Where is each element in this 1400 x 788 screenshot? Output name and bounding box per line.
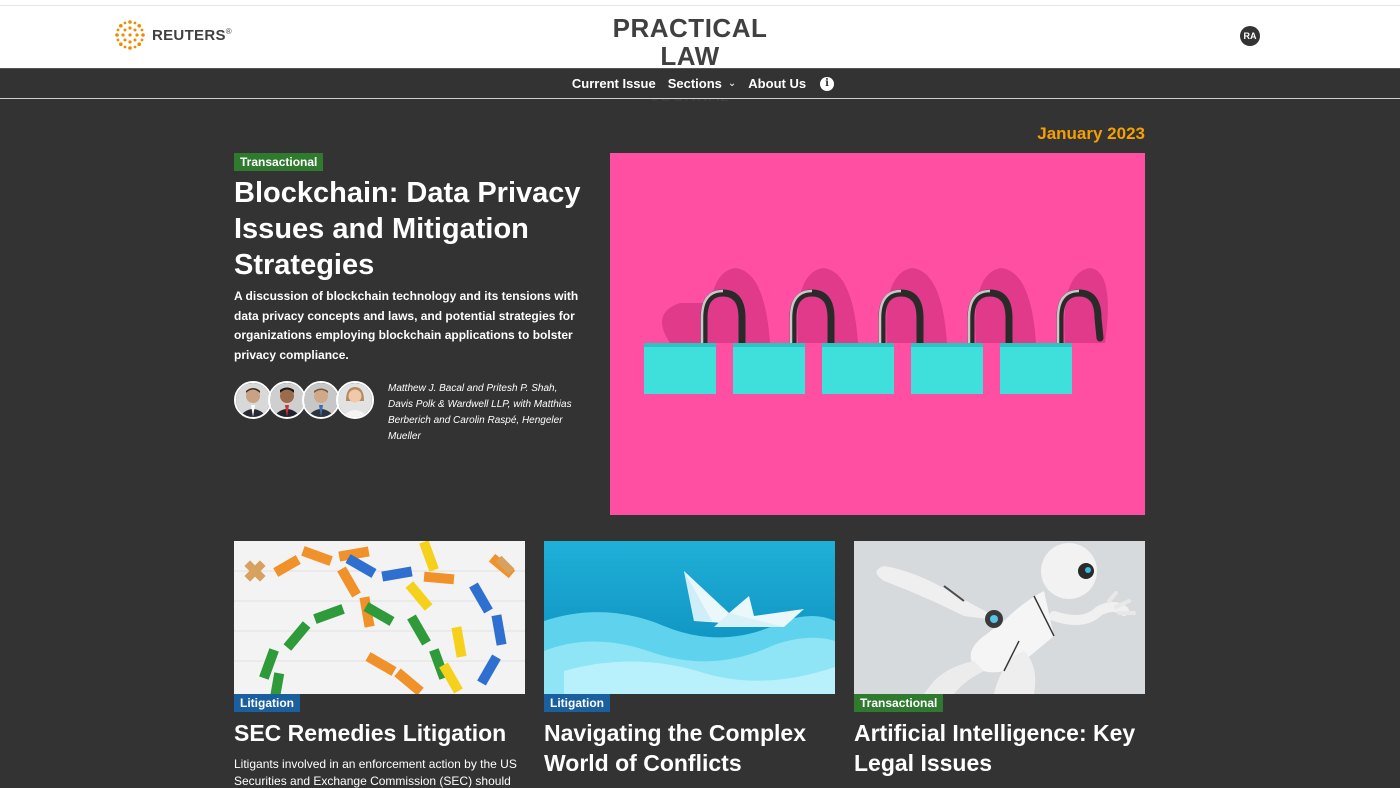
- card-title[interactable]: Artificial Intelligence: Key Legal Issue…: [854, 718, 1145, 778]
- logo-title: PRACTICAL LAW: [612, 13, 768, 71]
- author-avatar: [234, 381, 272, 419]
- feature-author-names: Matthew J. Bacal and Pritesh P. Shah, Da…: [388, 383, 572, 442]
- card-image-robot[interactable]: [854, 541, 1145, 694]
- article-card-sec-remedies[interactable]: Litigation SEC Remedies Litigation Litig…: [234, 541, 525, 788]
- feature-description: A discussion of blockchain technology an…: [234, 289, 579, 362]
- issue-date: January 2023: [1037, 124, 1145, 143]
- main-nav: Current Issue Sections ⌄ About Us i: [0, 68, 1400, 99]
- reuters-brand-text: REUTERS®: [152, 26, 232, 44]
- nav-sections-label: Sections: [667, 76, 722, 91]
- author-avatar: [302, 381, 340, 419]
- info-icon[interactable]: i: [820, 76, 835, 91]
- feature-article: Transactional Blockchain: Data Privacy I…: [234, 153, 594, 445]
- site-header: REUTERS® PRACTICAL LAW THE JOURNAL RA: [0, 6, 1400, 105]
- card-title[interactable]: Navigating the Complex World of Conflict…: [544, 718, 835, 778]
- card-image-blocks[interactable]: [234, 541, 525, 694]
- padlocks-illustration: [610, 153, 1145, 515]
- reuters-dots-icon: [115, 20, 145, 50]
- card-category-badge[interactable]: Litigation: [234, 694, 300, 712]
- feature-image-padlocks[interactable]: [610, 153, 1145, 515]
- nav-about-us-label: About Us: [748, 76, 807, 91]
- article-card-ai[interactable]: Transactional Artificial Intelligence: K…: [854, 541, 1145, 776]
- card-category-badge[interactable]: Litigation: [544, 694, 610, 712]
- nav-sections[interactable]: Sections ⌄: [668, 76, 737, 91]
- feature-authors: Matthew J. Bacal and Pritesh P. Shah, Da…: [234, 381, 594, 445]
- author-photos: [234, 381, 374, 445]
- author-avatar: [268, 381, 306, 419]
- card-category-badge[interactable]: Transactional: [854, 694, 944, 712]
- feature-title[interactable]: Blockchain: Data Privacy Issues and Miti…: [234, 175, 594, 283]
- chevron-down-icon: ⌄: [727, 78, 737, 89]
- article-card-conflicts[interactable]: Litigation Navigating the Complex World …: [544, 541, 835, 776]
- nav-current-issue-label: Current Issue: [571, 76, 656, 91]
- reuters-logo[interactable]: REUTERS®: [114, 20, 232, 50]
- nav-current-issue[interactable]: Current Issue: [572, 76, 656, 91]
- author-avatar: [336, 381, 374, 419]
- card-image-paper-boat[interactable]: [544, 541, 835, 694]
- user-avatar[interactable]: RA: [1240, 26, 1260, 46]
- nav-about-us[interactable]: About Us: [748, 76, 806, 91]
- feature-category-badge[interactable]: Transactional: [234, 153, 324, 171]
- card-title[interactable]: SEC Remedies Litigation: [234, 718, 525, 748]
- card-description: Litigants involved in an enforcement act…: [234, 757, 517, 788]
